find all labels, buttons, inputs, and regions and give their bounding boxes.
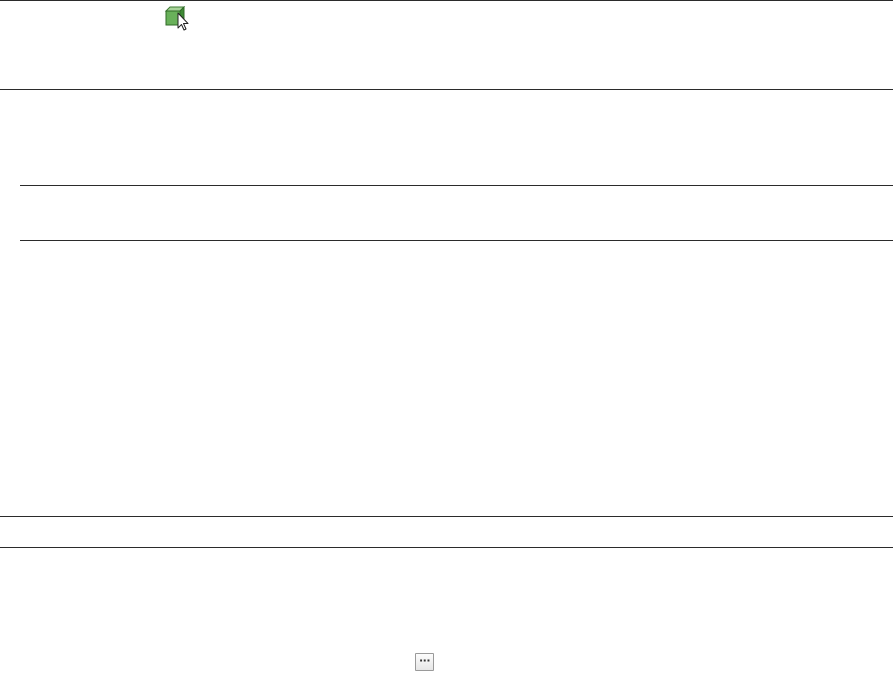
divider <box>20 240 893 241</box>
divider <box>0 89 893 90</box>
divider-top <box>0 0 893 1</box>
divider <box>0 516 893 517</box>
select-object-icon[interactable] <box>164 5 192 32</box>
divider <box>20 185 893 186</box>
ellipsis-icon: ··· <box>418 653 431 667</box>
divider <box>0 547 893 548</box>
browse-button[interactable]: ··· <box>415 653 434 671</box>
